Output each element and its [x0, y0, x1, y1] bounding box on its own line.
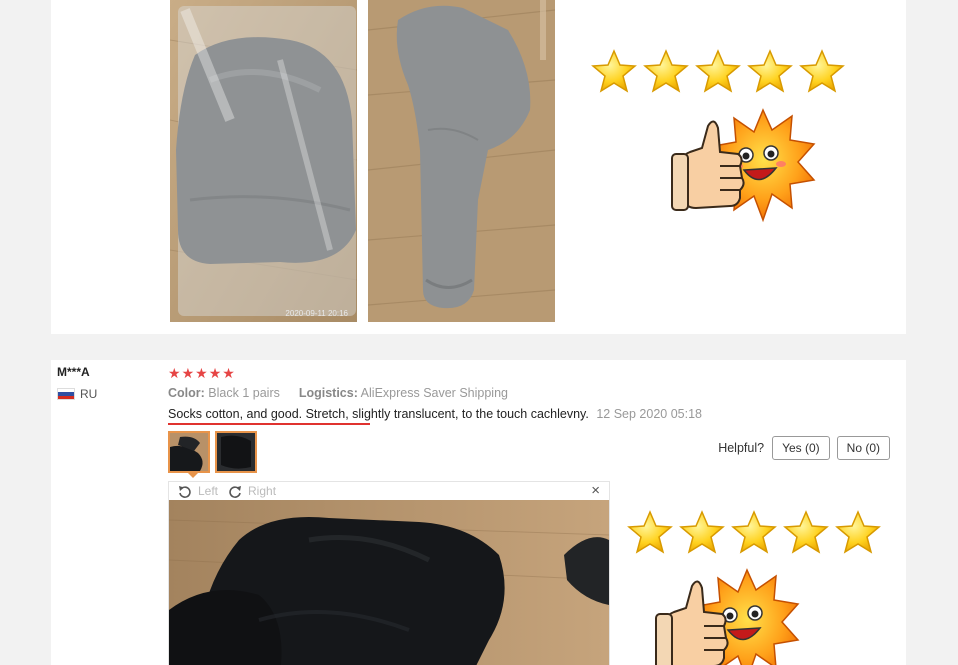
active-thumbnail-caret: [188, 473, 198, 478]
star-icon: ★: [195, 365, 208, 381]
rotate-right-label: Right: [248, 484, 277, 498]
review-photo-thumbnails: [168, 431, 257, 473]
thumbs-up-sun-sticker: [668, 108, 818, 229]
rotate-left-icon: [179, 485, 191, 498]
review-photo-gray-sock-floor[interactable]: [368, 0, 555, 322]
reviewer-name: M***A: [57, 365, 90, 379]
text-highlight-underline: [168, 423, 370, 425]
review-text: Socks cotton, and good. Stretch, slightl…: [168, 407, 589, 421]
order-properties: Color: Black 1 pairs Logistics: AliExpre…: [168, 386, 508, 400]
logistics-value: AliExpress Saver Shipping: [360, 386, 508, 400]
logistics-label: Logistics:: [298, 386, 358, 400]
helpful-votes: Helpful? Yes (0) No (0): [718, 436, 890, 460]
helpful-no-button[interactable]: No (0): [836, 436, 890, 460]
star-rating: ★ ★ ★ ★ ★: [168, 366, 235, 380]
star-icon: ★: [208, 365, 222, 381]
rotate-right-button[interactable]: Right: [228, 484, 276, 498]
color-label: Color:: [168, 386, 205, 400]
star-icon: [591, 49, 637, 93]
review-content: Socks cotton, and good. Stretch, slightl…: [168, 407, 702, 421]
five-star-sticker: [591, 49, 847, 95]
star-icon: ★: [181, 365, 195, 381]
review-date: 12 Sep 2020 05:18: [596, 407, 702, 421]
color-value: Black 1 pairs: [208, 386, 280, 400]
russia-flag-icon: [57, 388, 75, 400]
photo-thumbnail-1[interactable]: [168, 431, 210, 473]
reviewer-country: RU: [57, 387, 97, 401]
photo-timestamp: 2020-09-11 20:16: [285, 309, 348, 318]
photo-viewer-image: [169, 500, 609, 665]
rotate-left-button[interactable]: Left: [178, 484, 218, 498]
star-icon: ★: [168, 365, 181, 381]
previous-review-card: 2020-09-11 20:16: [51, 0, 906, 334]
photo-thumbnail-2[interactable]: [215, 431, 257, 473]
star-icon: [627, 510, 673, 554]
rotate-right-icon: [229, 485, 242, 498]
photo-viewer: Left Right ×: [168, 481, 610, 665]
helpful-label: Helpful?: [718, 441, 765, 455]
country-code: RU: [80, 387, 98, 401]
helpful-yes-button[interactable]: Yes (0): [772, 436, 830, 460]
thumbs-up-sun-sticker: [652, 568, 802, 665]
review-card: M***A RU ★ ★ ★ ★ ★ Color: Black 1 pairs …: [51, 360, 906, 665]
rotate-left-label: Left: [198, 484, 219, 498]
photo-viewer-toolbar: Left Right ×: [169, 482, 609, 500]
close-icon[interactable]: ×: [591, 483, 600, 499]
five-star-sticker: [627, 510, 883, 556]
star-icon: ★: [222, 365, 235, 381]
review-photo-gray-sock-bag[interactable]: 2020-09-11 20:16: [170, 0, 357, 322]
